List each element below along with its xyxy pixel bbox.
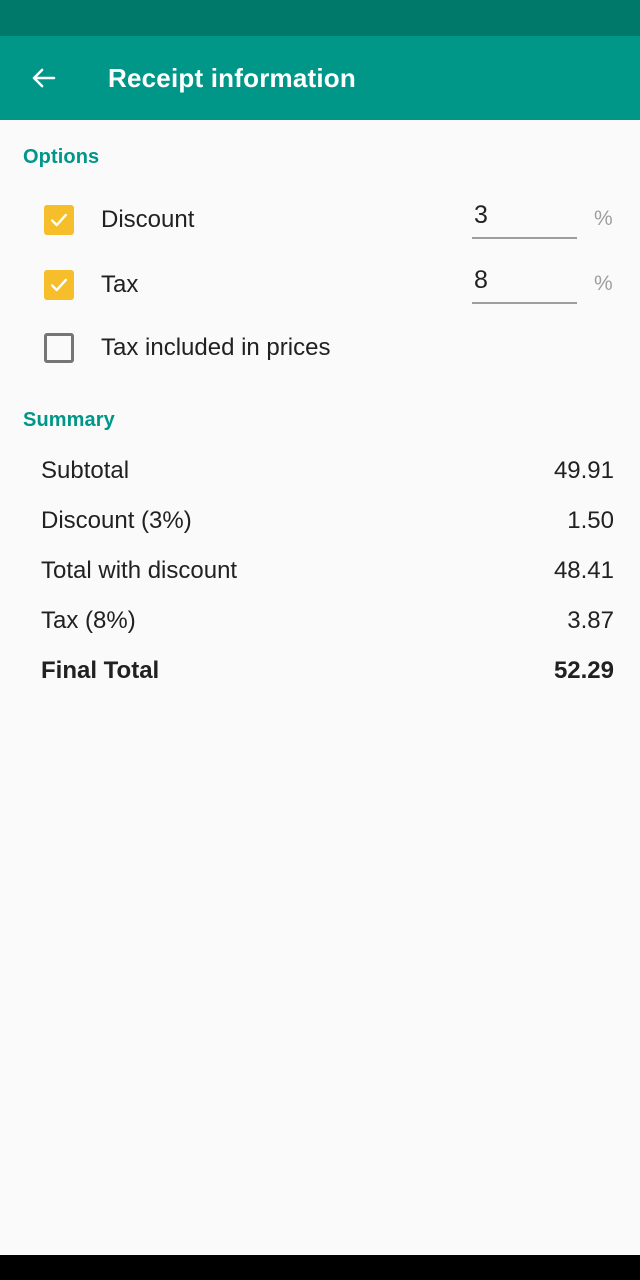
section-header-summary: Summary — [23, 409, 115, 431]
summary-row-final-total: Final Total 52.29 — [0, 646, 640, 696]
summary-label: Discount (3%) — [41, 507, 192, 534]
summary-label: Subtotal — [41, 457, 130, 484]
summary-value: 49.91 — [553, 457, 614, 484]
status-bar — [0, 0, 640, 36]
arrow-left-icon — [29, 63, 59, 93]
summary-row-subtotal: Subtotal 49.91 — [0, 446, 640, 496]
option-row-discount[interactable]: Discount % — [0, 187, 640, 252]
summary-value: 52.29 — [553, 657, 614, 684]
check-icon — [48, 209, 70, 231]
section-header-options: Options — [23, 146, 100, 168]
discount-percent-sign: % — [594, 206, 613, 230]
navigation-bar — [0, 1255, 640, 1280]
summary-label: Total with discount — [41, 557, 238, 584]
discount-percent-input[interactable] — [472, 200, 577, 239]
discount-percent-field: % — [472, 200, 614, 239]
option-row-tax[interactable]: Tax % — [0, 252, 640, 317]
content-area: Options Discount % — [0, 120, 640, 1255]
discount-checkbox[interactable] — [44, 204, 74, 235]
summary-value: 1.50 — [567, 507, 614, 534]
summary-row-total-with-discount: Total with discount 48.41 — [0, 546, 640, 596]
tax-percent-field: % — [472, 265, 614, 304]
summary-value: 48.41 — [553, 557, 614, 584]
app-bar: Receipt information — [0, 36, 640, 120]
check-icon — [48, 274, 70, 296]
tax-percent-input[interactable] — [472, 265, 577, 304]
page-title: Receipt information — [108, 62, 356, 93]
discount-label: Discount — [101, 205, 195, 233]
summary-list: Subtotal 49.91 Discount (3%) 1.50 Total … — [0, 432, 640, 696]
tax-checkbox[interactable] — [44, 269, 74, 300]
tax-included-checkbox[interactable] — [44, 333, 74, 363]
back-button[interactable] — [22, 56, 66, 100]
summary-label: Tax (8%) — [41, 607, 136, 634]
app-screen: Receipt information Options Discount % — [0, 0, 640, 1280]
options-list: Discount % Tax — [0, 169, 640, 379]
tax-included-label: Tax included in prices — [101, 334, 331, 361]
summary-value: 3.87 — [567, 607, 614, 634]
option-row-tax-included[interactable]: Tax included in prices — [0, 317, 640, 379]
tax-percent-sign: % — [594, 271, 613, 295]
tax-label: Tax — [101, 270, 139, 298]
summary-label: Final Total — [41, 657, 160, 684]
summary-row-tax: Tax (8%) 3.87 — [0, 596, 640, 646]
summary-row-discount: Discount (3%) 1.50 — [0, 496, 640, 546]
